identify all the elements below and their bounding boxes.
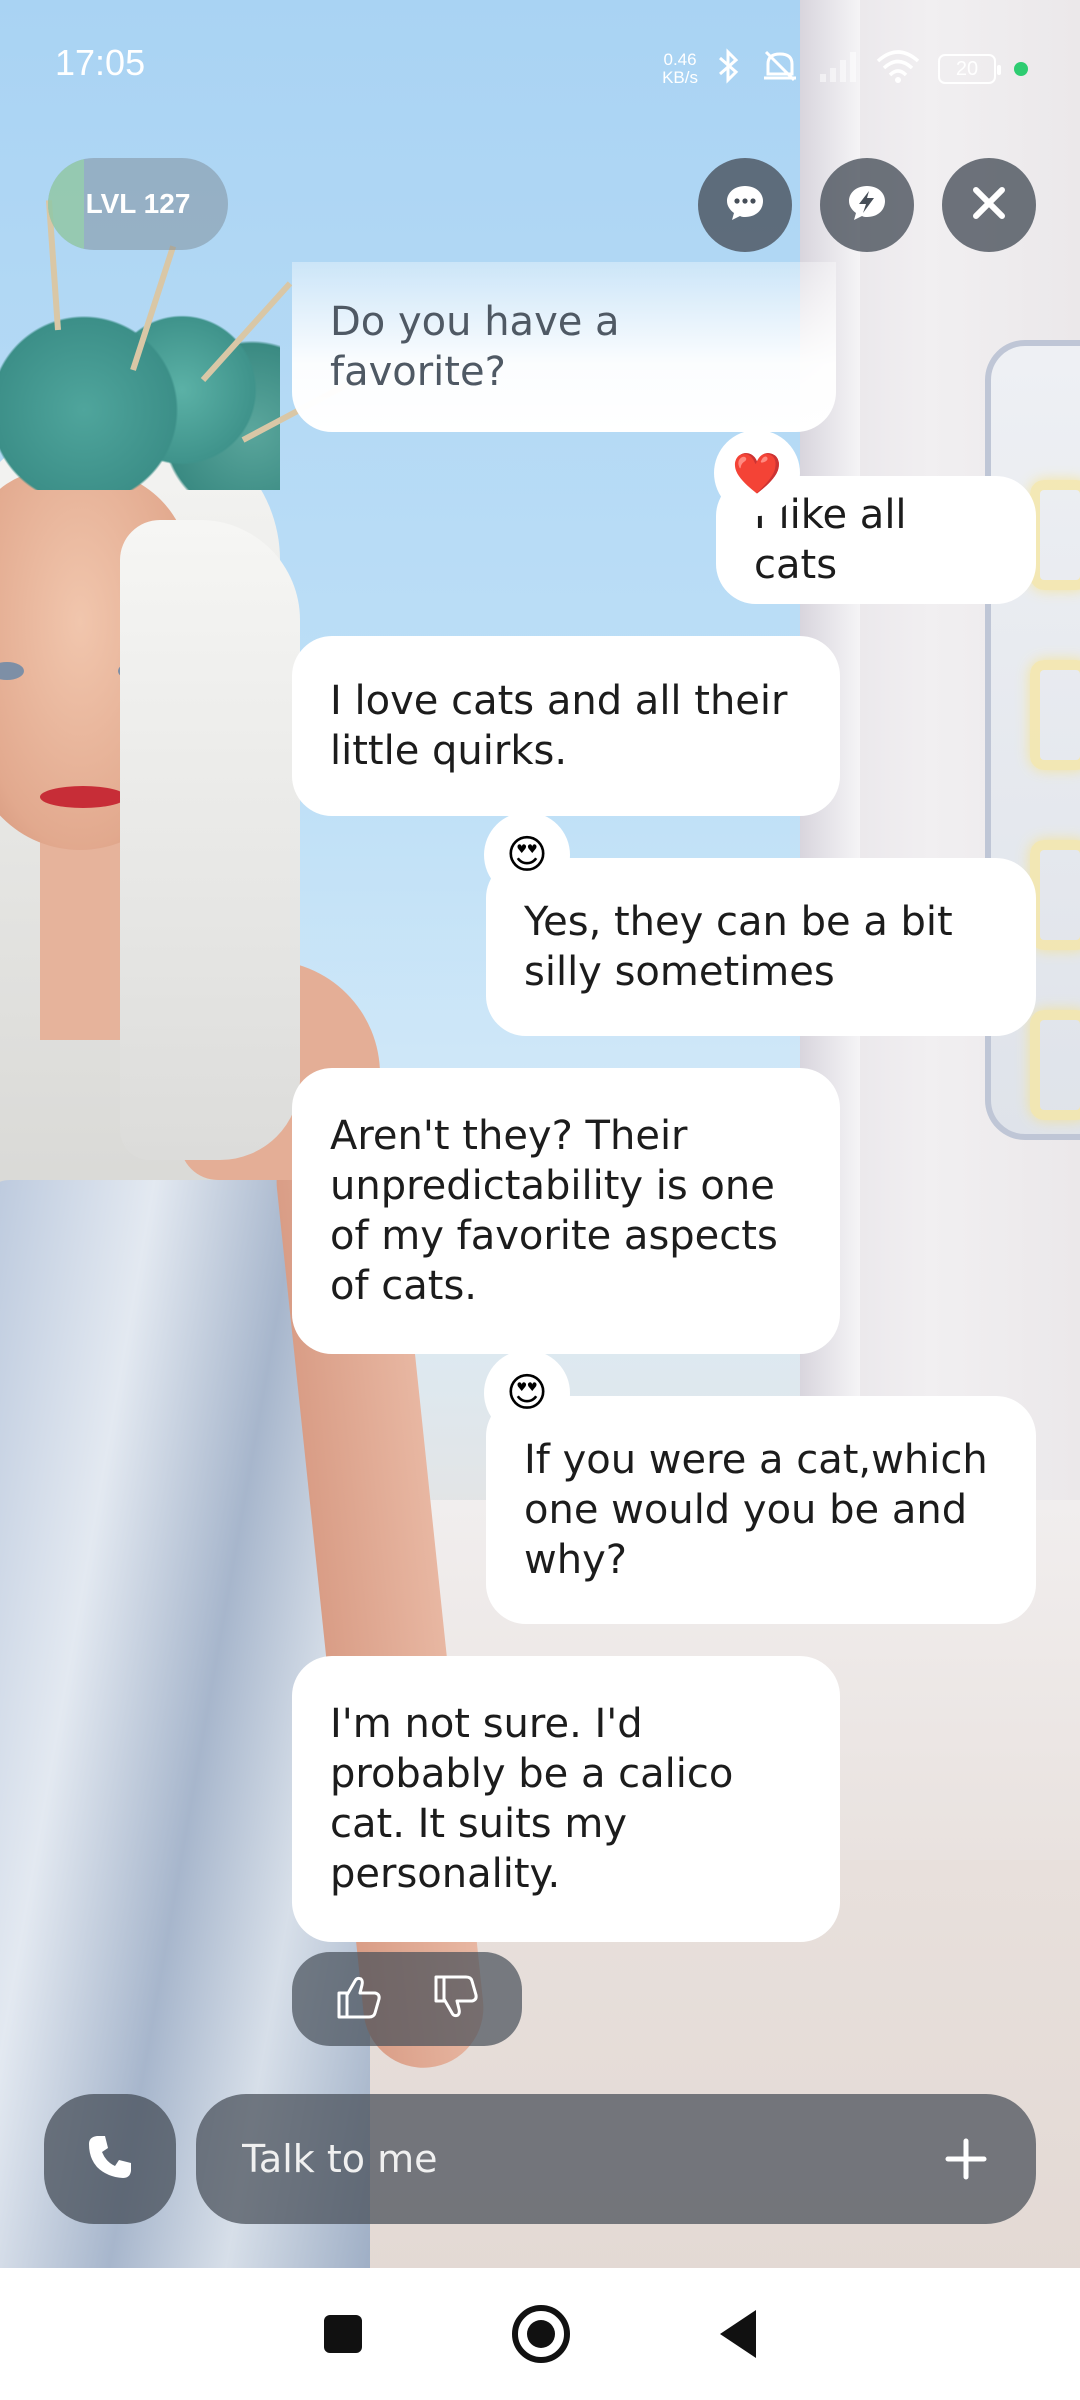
ai-message-bubble: Aren't they? Their unpredictability is o… (292, 1068, 840, 1354)
level-badge[interactable]: LVL 127 (48, 158, 228, 250)
quick-reply-button[interactable] (820, 158, 914, 252)
message-text: If you were a cat,which one would you be… (524, 1437, 988, 1583)
recents-button[interactable] (324, 2315, 362, 2353)
close-icon (966, 180, 1012, 230)
neon-sign-glyph (1030, 660, 1080, 770)
back-button[interactable] (720, 2310, 756, 2358)
bluetooth-icon (716, 48, 742, 90)
mute-icon (760, 48, 800, 90)
call-button[interactable] (44, 2094, 176, 2224)
status-time: 17:05 (55, 42, 146, 83)
avatar-hair (120, 520, 300, 1160)
status-bar: 17:05 0.46 KB/s 20 (0, 0, 1080, 130)
user-message-bubble: If you were a cat,which one would you be… (486, 1396, 1036, 1624)
phone-icon (83, 2130, 137, 2188)
plus-icon (945, 2138, 987, 2180)
battery-indicator: 20 (938, 54, 1001, 84)
neon-sign-glyph (1030, 480, 1080, 590)
user-message-bubble: Yes, they can be a bit silly sometimes (486, 858, 1036, 1036)
add-button[interactable] (936, 2129, 996, 2189)
avatar-crown (0, 290, 280, 490)
message-text: Aren't they? Their unpredictability is o… (330, 1113, 778, 1309)
thumbs-down-icon (434, 1975, 478, 2018)
wifi-icon (876, 49, 920, 89)
level-label: LVL 127 (85, 188, 191, 219)
neon-sign-glyph (1030, 1010, 1080, 1120)
signal-icon (818, 50, 858, 88)
avatar-lips (40, 786, 126, 808)
message-text: I like all cats (754, 492, 907, 588)
system-nav-bar (0, 2268, 1080, 2400)
home-icon (527, 2320, 555, 2348)
chat-mode-button[interactable] (698, 158, 792, 252)
lightning-bubble-icon (844, 180, 890, 230)
heart-eyes-reaction-icon[interactable]: 😍 (484, 812, 570, 898)
network-speed: 0.46 KB/s (662, 50, 698, 87)
chat-bubble-icon (722, 180, 768, 230)
message-feedback (292, 1952, 522, 2046)
message-text: Yes, they can be a bit silly sometimes (524, 899, 953, 995)
heart-eyes-reaction-icon[interactable]: 😍 (484, 1350, 570, 1436)
message-text: I love cats and all their little quirks. (330, 678, 788, 774)
close-button[interactable] (942, 158, 1036, 252)
status-icons: 0.46 KB/s 20 (662, 48, 1028, 90)
message-text: I'm not sure. I'd probably be a calico c… (330, 1701, 734, 1897)
ai-message-bubble: I'm not sure. I'd probably be a calico c… (292, 1656, 840, 1942)
home-button[interactable] (512, 2305, 570, 2363)
ai-message-bubble: Do you have a favorite? (292, 262, 836, 432)
heart-reaction-icon[interactable]: ❤️ (714, 430, 800, 516)
thumbs-down-button[interactable] (430, 1971, 482, 2027)
message-text: Do you have a favorite? (330, 299, 620, 395)
message-input[interactable] (242, 2094, 942, 2224)
thumbs-up-icon (337, 1976, 381, 2019)
neon-sign-glyph (1030, 840, 1080, 950)
ai-message-bubble: I love cats and all their little quirks. (292, 636, 840, 816)
privacy-indicator-dot (1014, 62, 1028, 76)
message-input-bar (196, 2094, 1036, 2224)
thumbs-up-button[interactable] (333, 1971, 385, 2027)
